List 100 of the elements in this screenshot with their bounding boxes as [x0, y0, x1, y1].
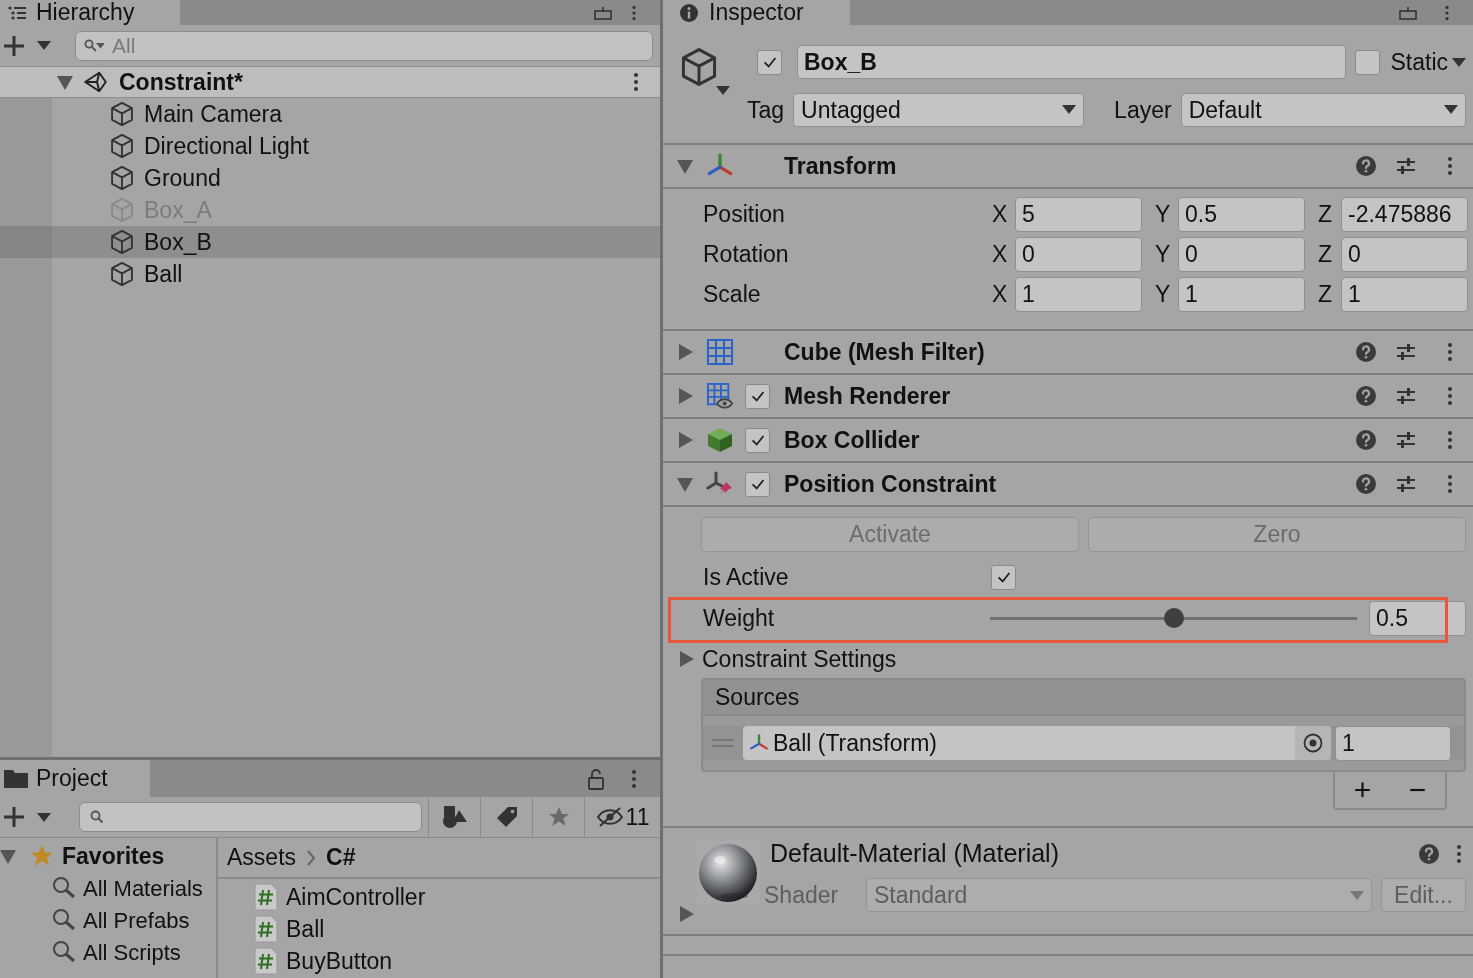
search-field[interactable] — [79, 802, 422, 832]
lock-icon[interactable] — [588, 767, 604, 790]
more-icon[interactable] — [1446, 430, 1454, 450]
maximize-icon[interactable] — [594, 5, 612, 20]
checkbox[interactable] — [745, 427, 770, 453]
expand-triangle-icon[interactable] — [677, 388, 693, 404]
component-header[interactable]: Mesh Renderer — [663, 375, 1473, 419]
checkbox[interactable] — [991, 564, 1016, 590]
add-icon[interactable] — [3, 806, 25, 828]
object-picker-button[interactable] — [1295, 726, 1331, 760]
number-field[interactable]: -2.475886 — [1341, 197, 1468, 232]
checkbox[interactable] — [757, 49, 782, 75]
hierarchy-item[interactable]: Ground — [0, 162, 660, 194]
cube-icon — [108, 132, 136, 160]
favorite-item[interactable]: All Scripts — [0, 936, 216, 968]
hierarchy-item[interactable]: Box_B — [0, 226, 660, 258]
presets-icon[interactable] — [1396, 430, 1416, 450]
number-field[interactable]: 1 — [1341, 277, 1468, 312]
drag-handle-icon[interactable] — [712, 739, 734, 747]
number-field[interactable]: 1 — [1015, 277, 1142, 312]
unity-logo-icon — [83, 69, 109, 95]
number-field[interactable]: 1 — [1335, 725, 1451, 761]
checkbox[interactable] — [745, 383, 770, 409]
number-field[interactable]: 1 — [1178, 277, 1305, 312]
caret-icon[interactable] — [37, 41, 51, 50]
collapse-triangle-icon[interactable] — [677, 158, 693, 174]
checkbox[interactable] — [1355, 49, 1381, 75]
cube-icon — [108, 100, 136, 128]
search-field[interactable]: All — [75, 30, 653, 61]
more-icon[interactable] — [1455, 844, 1463, 864]
hierarchy-item[interactable]: Directional Light — [0, 130, 660, 162]
hierarchy-item[interactable]: Main Camera — [0, 98, 660, 130]
chevron-right-icon — [306, 849, 317, 866]
panel-tab[interactable]: Inspector — [663, 0, 850, 25]
number-field[interactable]: 0 — [1341, 237, 1468, 272]
axis-label: Z — [1318, 280, 1334, 310]
expand-triangle-icon[interactable] — [678, 651, 694, 667]
presets-icon[interactable] — [1396, 156, 1416, 176]
name-field[interactable]: Box_B — [797, 45, 1347, 80]
collapse-triangle-icon[interactable] — [0, 848, 16, 864]
number-field[interactable]: 0 — [1015, 237, 1142, 272]
favorite-item[interactable]: All Materials — [0, 872, 216, 904]
number-field[interactable]: 0 — [1178, 237, 1305, 272]
add-icon[interactable] — [3, 34, 25, 57]
help-icon[interactable] — [1356, 474, 1376, 494]
component-header[interactable]: Position Constraint — [663, 463, 1473, 507]
favorites-header[interactable]: Favorites — [0, 840, 216, 872]
weight-slider[interactable] — [990, 608, 1357, 628]
more-icon[interactable] — [1446, 474, 1454, 494]
file-item[interactable]: AimController — [218, 881, 660, 913]
scene-header[interactable]: Constraint* — [0, 66, 660, 98]
more-icon[interactable] — [630, 4, 638, 21]
expand-triangle-icon[interactable] — [677, 344, 693, 360]
remove-button[interactable]: − — [1408, 775, 1427, 805]
component-header[interactable]: Cube (Mesh Filter) — [663, 331, 1473, 375]
help-icon[interactable] — [1356, 342, 1376, 362]
axis-label: Y — [1155, 200, 1172, 230]
slider-thumb[interactable] — [1163, 608, 1184, 628]
panel-tab[interactable]: Hierarchy — [0, 0, 180, 25]
expand-triangle-icon[interactable] — [677, 432, 693, 448]
object-field[interactable]: Ball (Transform) — [743, 726, 1331, 760]
static-dropdown[interactable]: Static — [1390, 45, 1466, 80]
more-icon[interactable] — [1446, 156, 1454, 176]
file-item[interactable]: BuyButton — [218, 945, 660, 977]
more-icon[interactable] — [1443, 4, 1451, 21]
file-item[interactable]: Ball — [218, 913, 660, 945]
collapse-triangle-icon[interactable] — [677, 476, 693, 492]
property-label: Scale — [703, 280, 762, 310]
presets-icon[interactable] — [1396, 474, 1416, 494]
number-field[interactable]: 0.5 — [1369, 600, 1466, 636]
axis-label: X — [992, 240, 1009, 270]
favorite-item[interactable]: All Prefabs — [0, 904, 216, 936]
tag-dropdown[interactable]: Untagged — [793, 92, 1085, 127]
help-icon[interactable] — [1356, 430, 1376, 450]
breadcrumb-item[interactable]: C# — [326, 840, 356, 875]
number-field[interactable]: 0.5 — [1178, 197, 1305, 232]
help-icon[interactable] — [1419, 844, 1439, 864]
more-icon[interactable] — [1446, 342, 1454, 362]
checkbox[interactable] — [745, 471, 770, 497]
maximize-icon[interactable] — [1399, 5, 1417, 20]
layer-dropdown[interactable]: Default — [1180, 92, 1466, 127]
foldout-header[interactable]: Constraint Settings — [668, 644, 1473, 674]
number-field[interactable]: 5 — [1015, 197, 1142, 232]
hierarchy-item[interactable]: Ball — [0, 258, 660, 290]
presets-icon[interactable] — [1396, 342, 1416, 362]
help-icon[interactable] — [1356, 156, 1376, 176]
more-icon[interactable] — [630, 768, 638, 789]
component-header[interactable]: Transform — [663, 145, 1473, 189]
collapse-triangle-icon[interactable] — [57, 74, 73, 90]
help-icon[interactable] — [1356, 386, 1376, 406]
caret-icon[interactable] — [37, 812, 51, 822]
expand-triangle-icon[interactable] — [678, 906, 694, 922]
breadcrumb-item[interactable]: Assets — [227, 840, 297, 875]
component-header[interactable]: Box Collider — [663, 419, 1473, 463]
add-button[interactable]: + — [1353, 775, 1372, 805]
more-icon[interactable] — [632, 72, 640, 92]
presets-icon[interactable] — [1396, 386, 1416, 406]
panel-tab[interactable]: Project — [0, 760, 150, 797]
more-icon[interactable] — [1446, 386, 1454, 406]
caret-icon — [716, 86, 730, 95]
